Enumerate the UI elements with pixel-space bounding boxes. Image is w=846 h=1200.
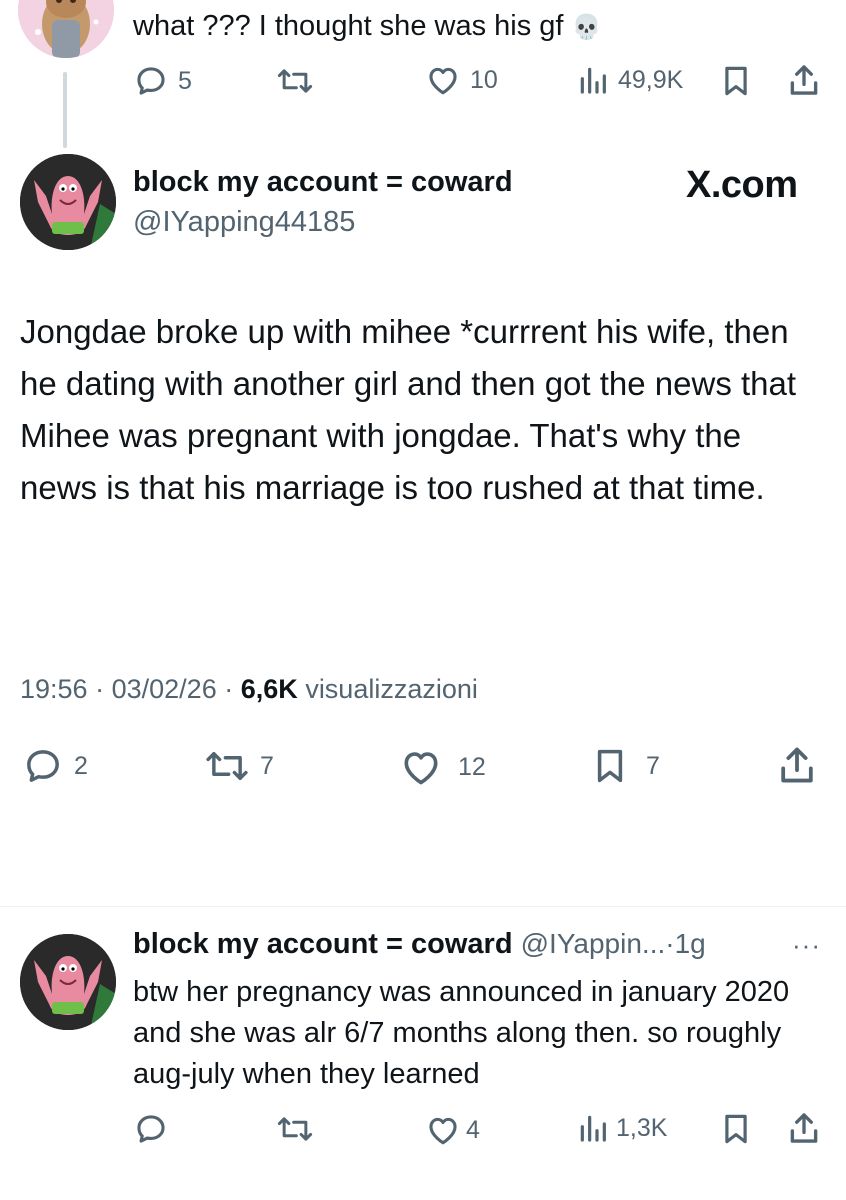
- reply-retweet-button[interactable]: [276, 1112, 314, 1146]
- views-icon: [580, 1115, 606, 1142]
- reply-icon: [137, 1115, 165, 1143]
- tweet-time[interactable]: 19:56: [20, 674, 88, 704]
- share-icon: [790, 65, 818, 95]
- meta-separator: ·: [224, 674, 234, 704]
- reply-share-button[interactable]: [788, 1110, 820, 1146]
- reply-reply-button[interactable]: [134, 1112, 168, 1146]
- reply-header: block my account = coward @IYappin...·1g: [133, 928, 706, 961]
- heart-icon: [429, 67, 457, 95]
- xcom-watermark: X.com: [686, 164, 798, 206]
- bookmark-icon: [597, 749, 623, 783]
- retweet-icon: [277, 1117, 313, 1141]
- like-button[interactable]: 10: [426, 64, 498, 96]
- share-icon: [781, 747, 813, 783]
- avatar-patrick[interactable]: [20, 154, 116, 250]
- reply-like-count: 4: [466, 1115, 480, 1144]
- tweet-body: Jongdae broke up with mihee *currrent hi…: [20, 313, 797, 506]
- view-count[interactable]: 6,6K: [241, 674, 298, 704]
- share-icon: [790, 1113, 818, 1143]
- main-reply-button[interactable]: 2: [22, 746, 88, 786]
- retweet-button[interactable]: [276, 64, 314, 98]
- reply-views-count: 1,3K: [616, 1113, 668, 1142]
- views-count: 49,9K: [618, 65, 684, 94]
- meta-separator: ·: [95, 674, 105, 704]
- like-count: 10: [470, 65, 498, 94]
- views-label: visualizzazioni: [305, 674, 478, 704]
- reply-views-button[interactable]: 1,3K: [578, 1112, 667, 1144]
- reply-body: btw her pregnancy was announced in janua…: [133, 976, 790, 1090]
- bookmark-icon: [725, 1114, 747, 1144]
- reply-handle[interactable]: @IYappin...: [521, 928, 666, 959]
- retweet-icon: [206, 751, 248, 781]
- reply-icon: [137, 67, 165, 95]
- cat-avatar-image: [18, 0, 114, 58]
- reply-like-button[interactable]: 4: [426, 1114, 480, 1146]
- main-retweet-button[interactable]: 7: [204, 746, 274, 786]
- display-name[interactable]: block my account = coward: [133, 166, 513, 199]
- heart-icon: [404, 752, 438, 785]
- main-like-button[interactable]: 12: [400, 748, 486, 786]
- reply-button[interactable]: 5: [134, 64, 192, 98]
- skull-emoji: 💀: [571, 14, 602, 41]
- reply-count: 5: [178, 66, 192, 95]
- patrick-avatar-image: [20, 934, 116, 1030]
- reply-display-name[interactable]: block my account = coward: [133, 928, 513, 960]
- bookmark-icon: [725, 66, 747, 96]
- reply-time-ago[interactable]: 1g: [675, 928, 706, 959]
- views-button[interactable]: 49,9K: [578, 64, 683, 96]
- reply-avatar-patrick[interactable]: [20, 934, 116, 1030]
- main-reply-count: 2: [74, 751, 88, 780]
- reply-bookmark-button[interactable]: [722, 1112, 750, 1146]
- divider: [0, 906, 846, 907]
- avatar-cat[interactable]: [18, 0, 114, 58]
- main-share-button[interactable]: [778, 744, 816, 786]
- tweet-meta: 19:56 · 03/02/26 · 6,6K visualizzazioni: [20, 674, 478, 705]
- heart-icon: [429, 1117, 457, 1145]
- user-handle[interactable]: @IYapping44185: [133, 206, 355, 239]
- tweet-date[interactable]: 03/02/26: [112, 674, 217, 704]
- reply-icon: [27, 750, 59, 782]
- more-options-button[interactable]: ···: [792, 930, 821, 961]
- main-bookmark-count: 7: [646, 751, 660, 780]
- bookmark-button[interactable]: [722, 64, 750, 98]
- previous-tweet-text: what ??? I thought she was his gf 💀: [133, 10, 602, 42]
- retweet-icon: [277, 69, 313, 93]
- main-like-count: 12: [458, 752, 486, 781]
- patrick-avatar-image: [20, 154, 116, 250]
- main-bookmark-button[interactable]: 7: [594, 746, 660, 786]
- views-icon: [580, 67, 606, 94]
- share-button[interactable]: [788, 62, 820, 98]
- reply-separator: ·: [665, 928, 675, 959]
- main-retweet-count: 7: [260, 751, 274, 780]
- thread-connector-line: [63, 72, 67, 148]
